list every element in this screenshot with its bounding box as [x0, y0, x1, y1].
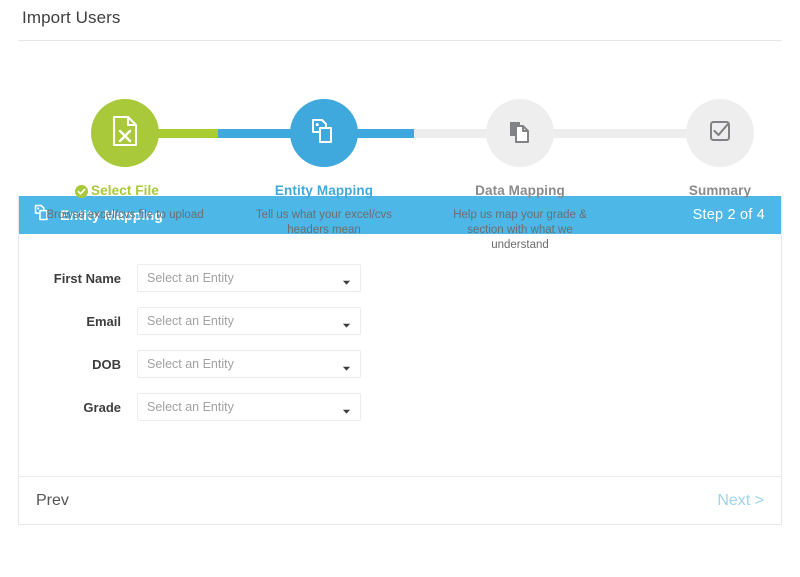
form-row: First Name Select an Entity [19, 264, 781, 292]
page-title: Import Users [22, 8, 121, 27]
stepper-step-summary[interactable]: Summary [625, 99, 800, 208]
stepper-circle-summary[interactable] [686, 99, 754, 167]
select-value: Select an Entity [147, 400, 342, 414]
prev-button[interactable]: Prev [36, 492, 717, 510]
stepper-label-text: Data Mapping [475, 183, 565, 198]
check-circle-icon [75, 185, 88, 198]
form-row: Grade Select an Entity [19, 393, 781, 421]
next-button[interactable]: Next > [717, 492, 764, 510]
page-header: Import Users [0, 0, 800, 32]
data-mapping-icon [507, 118, 533, 149]
select-first-name[interactable]: Select an Entity [137, 264, 361, 292]
select-value: Select an Entity [147, 357, 342, 371]
select-grade[interactable]: Select an Entity [137, 393, 361, 421]
chevron-down-icon [342, 403, 351, 412]
select-value: Select an Entity [147, 271, 342, 285]
checkbox-checked-icon [708, 119, 732, 148]
stepper-desc-select-file: Browse excel/cvs file to upload [30, 208, 220, 223]
field-label-dob: DOB [19, 357, 137, 372]
stepper-label-entity-mapping: Entity Mapping [275, 183, 373, 198]
step-counter: Step 2 of 4 [693, 207, 765, 223]
select-value: Select an Entity [147, 314, 342, 328]
excel-file-icon [111, 115, 139, 152]
chevron-down-icon [342, 360, 351, 369]
stepper-label-text: Select File [91, 183, 159, 198]
stepper-circle-entity-mapping[interactable] [290, 99, 358, 167]
stepper-desc-entity-mapping: Tell us what your excel/cvs headers mean [229, 208, 419, 238]
field-label-email: Email [19, 314, 137, 329]
stepper-desc-data-mapping: Help us map your grade & section with wh… [425, 208, 615, 253]
stepper-label-summary: Summary [689, 183, 751, 198]
field-label-first-name: First Name [19, 271, 137, 286]
wizard-stepper: Select File Browse excel/cvs file to upl… [18, 41, 782, 196]
select-dob[interactable]: Select an Entity [137, 350, 361, 378]
stepper-circle-data-mapping[interactable] [486, 99, 554, 167]
select-email[interactable]: Select an Entity [137, 307, 361, 335]
stepper-label-text: Entity Mapping [275, 183, 373, 198]
stepper-step-data-mapping[interactable]: Data Mapping Help us map your grade & se… [425, 99, 615, 253]
form-row: DOB Select an Entity [19, 350, 781, 378]
stepper-label-text: Summary [689, 183, 751, 198]
panel-body: First Name Select an Entity Email Select… [19, 234, 781, 476]
chevron-down-icon [342, 274, 351, 283]
stepper-label-data-mapping: Data Mapping [475, 183, 565, 198]
entity-mapping-panel: Entity Mapping Step 2 of 4 First Name Se… [18, 196, 782, 525]
form-row: Email Select an Entity [19, 307, 781, 335]
entity-mapping-icon [309, 116, 339, 151]
stepper-step-entity-mapping[interactable]: Entity Mapping Tell us what your excel/c… [229, 99, 419, 238]
field-label-grade: Grade [19, 400, 137, 415]
panel-footer: Prev Next > [19, 476, 781, 524]
chevron-down-icon [342, 317, 351, 326]
stepper-label-select-file: Select File [91, 183, 159, 198]
stepper-circle-select-file[interactable] [91, 99, 159, 167]
stepper-step-select-file[interactable]: Select File Browse excel/cvs file to upl… [30, 99, 220, 223]
